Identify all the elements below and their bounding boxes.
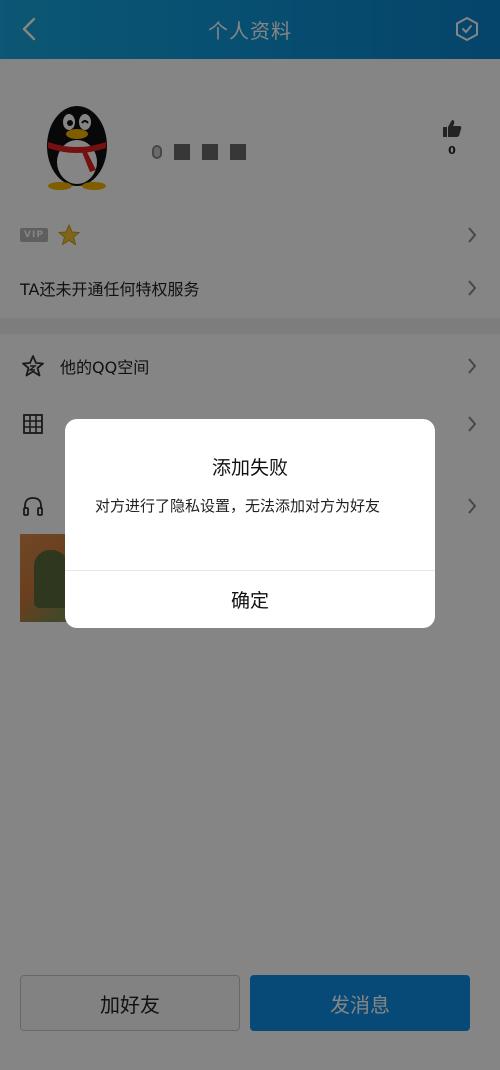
dialog-message: 对方进行了隐私设置，无法添加对方为好友 [95,497,381,515]
add-failed-dialog: 添加失败 对方进行了隐私设置，无法添加对方为好友 确定 [65,419,435,628]
confirm-button[interactable]: 确定 [65,571,435,628]
dialog-title: 添加失败 [211,457,288,479]
